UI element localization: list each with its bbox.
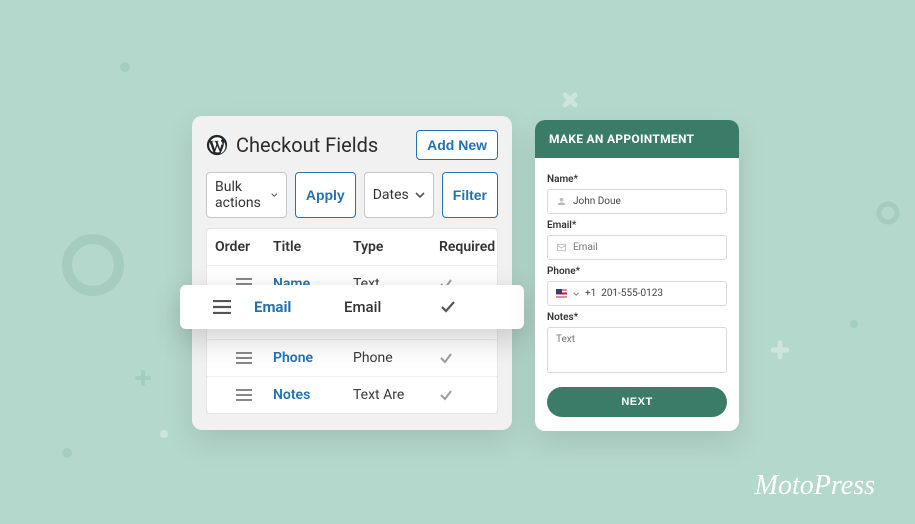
field-type: Text Are bbox=[353, 387, 439, 403]
table-row: Phone Phone bbox=[207, 339, 497, 376]
field-type: Phone bbox=[353, 350, 439, 366]
phone-label: Phone* bbox=[547, 266, 727, 277]
check-icon bbox=[440, 299, 514, 315]
decor-plus bbox=[770, 340, 790, 360]
dates-label: Dates bbox=[373, 187, 409, 203]
chevron-down-icon bbox=[415, 190, 425, 200]
field-type: Email bbox=[344, 298, 440, 316]
name-field[interactable] bbox=[547, 189, 727, 214]
bulk-actions-select[interactable]: Bulk actions bbox=[206, 172, 287, 218]
apply-button[interactable]: Apply bbox=[295, 172, 356, 218]
brand-logo: MotoPress bbox=[755, 470, 875, 502]
col-required: Required bbox=[439, 239, 495, 255]
decor-dot bbox=[120, 62, 130, 72]
filter-button[interactable]: Filter bbox=[442, 172, 498, 218]
checkout-fields-panel: Checkout Fields Add New Bulk actions App… bbox=[192, 116, 512, 430]
notes-label: Notes* bbox=[547, 312, 727, 323]
appointment-body: Name* Email* Phone* Notes* NEXT bbox=[535, 158, 739, 431]
us-flag-icon[interactable] bbox=[556, 289, 567, 298]
appointment-card: MAKE AN APPOINTMENT Name* Email* Phone* … bbox=[535, 120, 739, 431]
bulk-actions-label: Bulk actions bbox=[215, 179, 265, 211]
name-label: Name* bbox=[547, 174, 727, 185]
decor-dot bbox=[850, 320, 858, 328]
email-input[interactable] bbox=[573, 242, 718, 253]
decor-circle-outline bbox=[58, 230, 128, 300]
check-icon bbox=[439, 388, 489, 402]
highlighted-row[interactable]: Email Email bbox=[180, 285, 524, 329]
chevron-down-icon[interactable] bbox=[573, 290, 579, 298]
notes-input[interactable] bbox=[547, 327, 727, 373]
appointment-heading: MAKE AN APPOINTMENT bbox=[535, 120, 739, 158]
drag-handle-icon[interactable] bbox=[190, 300, 254, 314]
chevron-down-icon bbox=[271, 190, 278, 200]
col-title: Title bbox=[273, 239, 353, 255]
field-title-link[interactable]: Phone bbox=[273, 350, 353, 366]
table-header-row: Order Title Type Required bbox=[207, 229, 497, 265]
decor-circle-outline-small bbox=[875, 200, 901, 226]
mail-icon bbox=[556, 242, 567, 253]
toolbar: Bulk actions Apply Dates Filter bbox=[206, 172, 498, 218]
col-order: Order bbox=[215, 239, 273, 255]
panel-header: Checkout Fields Add New bbox=[206, 130, 498, 160]
user-icon bbox=[556, 196, 567, 207]
decor-plus bbox=[135, 370, 151, 386]
decor-dot bbox=[62, 448, 72, 458]
email-field[interactable] bbox=[547, 235, 727, 260]
check-icon bbox=[439, 351, 489, 365]
field-title-link[interactable]: Email bbox=[254, 298, 344, 316]
decor-dot bbox=[160, 430, 168, 438]
drag-handle-icon[interactable] bbox=[215, 389, 273, 401]
dates-select[interactable]: Dates bbox=[364, 172, 434, 218]
phone-input[interactable] bbox=[585, 288, 718, 299]
table-row: Notes Text Are bbox=[207, 376, 497, 413]
name-input[interactable] bbox=[573, 196, 718, 207]
panel-title: Checkout Fields bbox=[236, 133, 378, 157]
drag-handle-icon[interactable] bbox=[215, 352, 273, 364]
field-title-link[interactable]: Notes bbox=[273, 387, 353, 403]
col-type: Type bbox=[353, 239, 439, 255]
wordpress-logo-icon bbox=[206, 134, 228, 156]
next-button[interactable]: NEXT bbox=[547, 387, 727, 417]
email-label: Email* bbox=[547, 220, 727, 231]
phone-field[interactable] bbox=[547, 281, 727, 306]
add-new-button[interactable]: Add New bbox=[416, 130, 498, 160]
decor-x bbox=[560, 90, 580, 110]
